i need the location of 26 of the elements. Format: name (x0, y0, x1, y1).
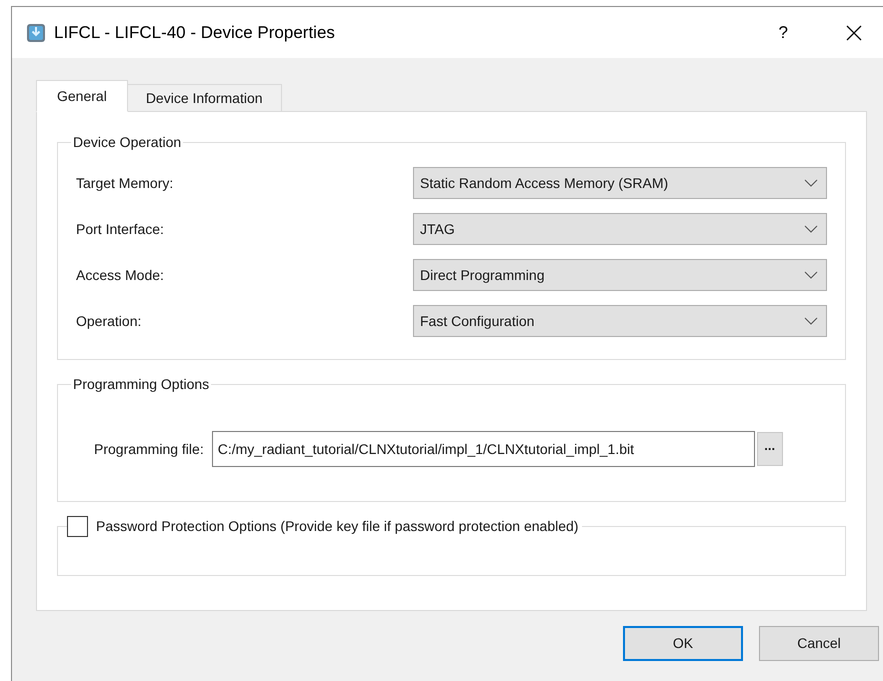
tab[interactable]: General (36, 80, 128, 112)
dialog-button[interactable]: Cancel (759, 626, 879, 661)
field-label: Access Mode: (76, 266, 165, 284)
chevron-down-icon (804, 225, 818, 233)
dropdown[interactable]: JTAG (413, 213, 827, 245)
field-label: Operation: (76, 312, 142, 331)
group-title: Device Operation (72, 133, 182, 152)
chip-icon (26, 22, 46, 42)
dropdown[interactable]: Direct Programming (413, 259, 827, 291)
chevron-down-icon (804, 271, 818, 279)
checkbox[interactable] (67, 516, 88, 537)
dialog-button[interactable]: OK (623, 626, 743, 661)
tab[interactable]: Device Information (128, 84, 282, 112)
window-title: LIFCL - LIFCL-40 - Device Properties (54, 22, 335, 44)
dropdown[interactable]: Fast Configuration (413, 305, 827, 337)
file-path-field[interactable]: C:/my_radiant_tutorial/CLNXtutorial/impl_1/CLNXtutorial_impl_1.bit (212, 431, 755, 467)
help-button[interactable]: ? (778, 20, 788, 46)
browse-button[interactable]: ... (756, 432, 783, 466)
field-label: Programming file: (94, 440, 204, 459)
field-label: Target Memory: (76, 174, 174, 193)
dropdown[interactable]: Static Random Access Memory (SRAM) (413, 167, 827, 199)
chevron-down-icon (804, 317, 818, 325)
group-title: Programming Options (72, 375, 210, 394)
chevron-down-icon (804, 179, 818, 187)
close-icon[interactable] (846, 24, 862, 40)
field-label: Port Interface: (76, 220, 165, 238)
